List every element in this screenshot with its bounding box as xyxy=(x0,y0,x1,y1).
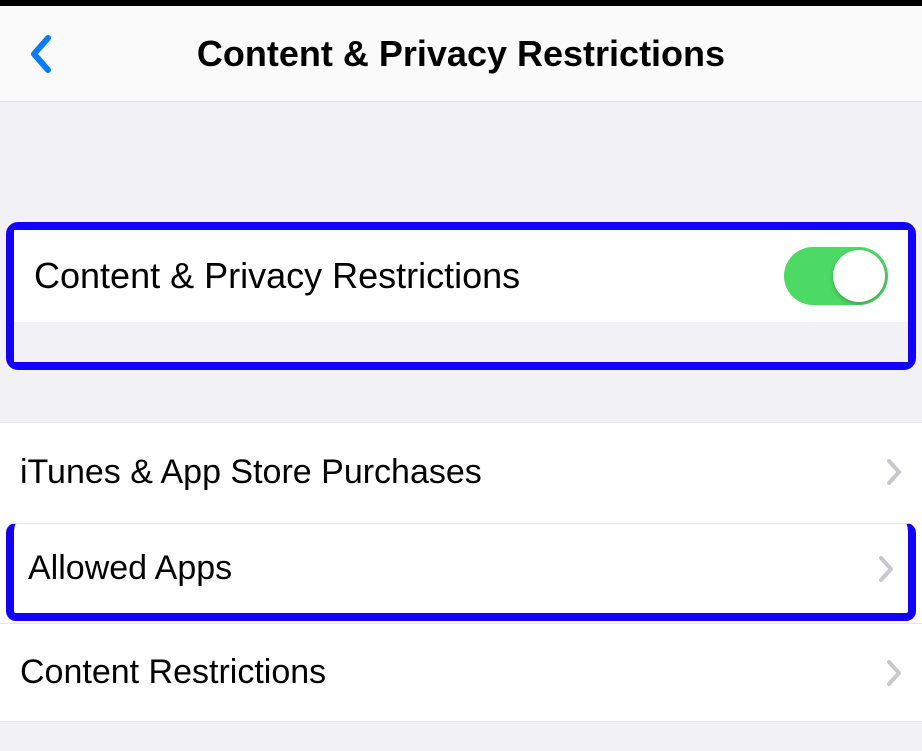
allowed-apps-label: Allowed Apps xyxy=(28,549,232,588)
content-restrictions-label: Content Restrictions xyxy=(20,653,326,692)
chevron-right-icon xyxy=(878,555,894,583)
content-privacy-toggle-row[interactable]: Content & Privacy Restrictions xyxy=(14,230,908,322)
chevron-right-icon xyxy=(886,659,902,687)
itunes-purchases-label: iTunes & App Store Purchases xyxy=(20,453,482,492)
section-gap xyxy=(0,370,922,422)
nav-header: Content & Privacy Restrictions xyxy=(0,6,922,102)
content-privacy-toggle[interactable] xyxy=(784,247,888,305)
back-button[interactable] xyxy=(20,24,60,84)
chevron-right-icon xyxy=(886,458,902,486)
toggle-knob xyxy=(833,250,885,302)
highlight-content-privacy-toggle: Content & Privacy Restrictions xyxy=(6,222,916,370)
allowed-apps-row[interactable]: Allowed Apps xyxy=(6,523,916,621)
settings-list: iTunes & App Store Purchases Allowed App… xyxy=(0,422,922,722)
section-spacer xyxy=(0,102,922,222)
content-privacy-toggle-label: Content & Privacy Restrictions xyxy=(34,255,520,297)
chevron-left-icon xyxy=(28,34,52,74)
highlight-padding xyxy=(14,322,908,362)
page-title: Content & Privacy Restrictions xyxy=(0,33,922,75)
content-restrictions-row[interactable]: Content Restrictions xyxy=(0,623,922,721)
itunes-purchases-row[interactable]: iTunes & App Store Purchases xyxy=(0,423,922,521)
